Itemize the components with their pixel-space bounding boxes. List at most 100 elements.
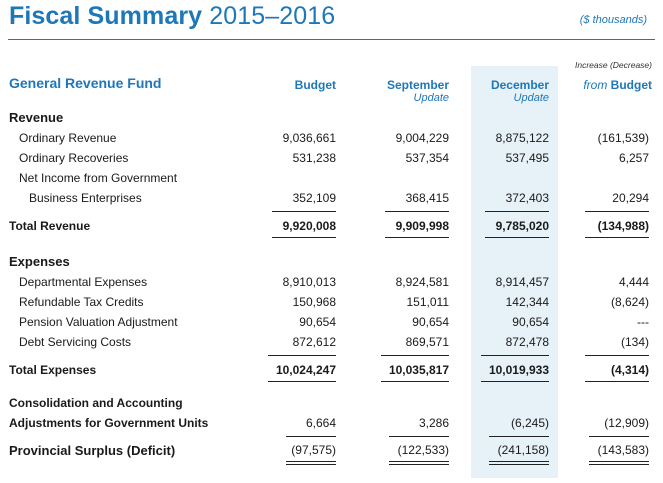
september-surplus-top-rule [389,436,449,437]
budget-value: 9,036,661 [282,131,336,145]
september-value: 9,004,229 [395,131,449,145]
september-value: 3,286 [418,416,449,430]
september-value: (122,533) [397,443,449,457]
september-value: 9,909,998 [395,219,449,233]
title-main: Fiscal Summary [9,2,203,30]
title-years: 2015–2016 [209,2,336,30]
change-subtotal-rule [585,355,649,356]
december-value: (6,245) [510,416,549,430]
change-total-rule [585,381,649,382]
budget-value: (97,575) [291,443,336,457]
december-column-header: December Update [491,78,549,105]
change-total-rule [585,237,649,238]
december-header-sub: Update [513,92,549,104]
december-total-rule [481,381,549,382]
change-column-header: from Budget [583,78,652,92]
december-value: (241,158) [497,443,549,457]
budget-value: 10,024,247 [275,363,336,377]
total-expenses-row: Total Expenses 10,024,247 10,035,817 10,… [0,363,663,381]
budget-total-rule [272,237,336,238]
fund-label: General Revenue Fund [9,75,162,91]
budget-value: 872,612 [292,335,336,349]
change-value: 6,257 [618,151,649,165]
change-surplus-top-rule [589,436,649,437]
budget-value: 8,910,013 [282,275,336,289]
revenue-heading: Revenue [9,110,64,125]
change-header-from: from [583,78,608,92]
row-label: Ordinary Recoveries [19,151,129,165]
table-row: Ordinary Recoveries 531,238 537,354 537,… [0,151,663,169]
surplus-row: Provincial Surplus (Deficit) (97,575) (1… [0,443,663,461]
december-value: 537,495 [505,151,549,165]
consolidation-label-line2: Adjustments for Government Units [9,416,209,430]
row-label: Net Income from Government [19,171,178,185]
row-label: Pension Valuation Adjustment [19,315,178,329]
revenue-heading-row: Revenue [0,110,663,128]
expenses-heading-row: Expenses [0,254,663,272]
row-label: Total Revenue [9,219,91,233]
change-double-rule [589,461,649,465]
units-note: ($ thousands) [579,14,647,26]
december-double-rule [489,461,549,465]
december-header-label: December [490,78,549,92]
budget-value: 6,664 [305,416,336,430]
budget-value: 9,920,008 [282,219,336,233]
change-value: 4,444 [618,275,649,289]
change-value: (4,314) [610,363,649,377]
page-title: Fiscal Summary 2015–2016 [9,2,335,31]
september-value: 151,011 [406,295,450,309]
september-header-label: September [386,78,449,92]
row-label: Debt Servicing Costs [19,335,132,349]
december-value: 872,478 [505,335,549,349]
budget-subtotal-rule [268,355,336,356]
september-subtotal-rule [385,211,449,212]
table-row: Debt Servicing Costs 872,612 869,571 872… [0,335,663,353]
december-value: 372,403 [505,191,549,205]
total-revenue-row: Total Revenue 9,920,008 9,909,998 9,785,… [0,219,663,237]
september-double-rule [389,461,449,465]
september-total-rule [385,237,449,238]
table-row: Business Enterprises 352,109 368,415 372… [0,191,663,209]
december-value: 9,785,020 [495,219,549,233]
table-row: Net Income from Government [0,171,663,189]
expenses-heading: Expenses [9,254,70,269]
september-header-sub: Update [413,92,449,104]
consolidation-label-row: Consolidation and Accounting [0,396,663,414]
december-value: 90,654 [512,315,549,329]
row-label: Business Enterprises [29,191,142,205]
change-value: (8,624) [610,295,649,309]
budget-value: 150,968 [292,295,336,309]
title-rule [8,39,655,40]
budget-value: 531,238 [292,151,336,165]
budget-column-header: Budget [295,78,336,92]
consolidation-label-line1: Consolidation and Accounting [9,396,183,410]
row-label: Total Expenses [9,363,97,377]
change-value: --- [637,315,649,329]
september-value: 90,654 [412,315,449,329]
budget-subtotal-rule [272,211,336,212]
september-value: 10,035,817 [388,363,449,377]
budget-surplus-top-rule [286,436,336,437]
change-value: (134) [620,335,649,349]
surplus-label: Provincial Surplus (Deficit) [9,443,176,458]
change-header-top: Increase (Decrease) [574,60,652,70]
december-surplus-top-rule [489,436,549,437]
row-label: Ordinary Revenue [19,131,117,145]
consolidation-row: Adjustments for Government Units 6,664 3… [0,416,663,434]
september-total-rule [381,381,449,382]
change-value: (143,583) [597,443,649,457]
september-value: 8,924,581 [395,275,449,289]
budget-value: 352,109 [292,191,336,205]
change-value: (134,988) [597,219,649,233]
december-subtotal-rule [481,355,549,356]
budget-double-rule [286,461,336,465]
september-value: 537,354 [405,151,449,165]
december-total-rule [485,237,549,238]
change-value: (161,539) [597,131,649,145]
december-value: 142,344 [505,295,549,309]
budget-value: 90,654 [299,315,336,329]
row-label: Refundable Tax Credits [19,295,144,309]
table-row: Pension Valuation Adjustment 90,654 90,6… [0,315,663,333]
row-label: Departmental Expenses [19,275,148,289]
change-value: 20,294 [612,191,649,205]
